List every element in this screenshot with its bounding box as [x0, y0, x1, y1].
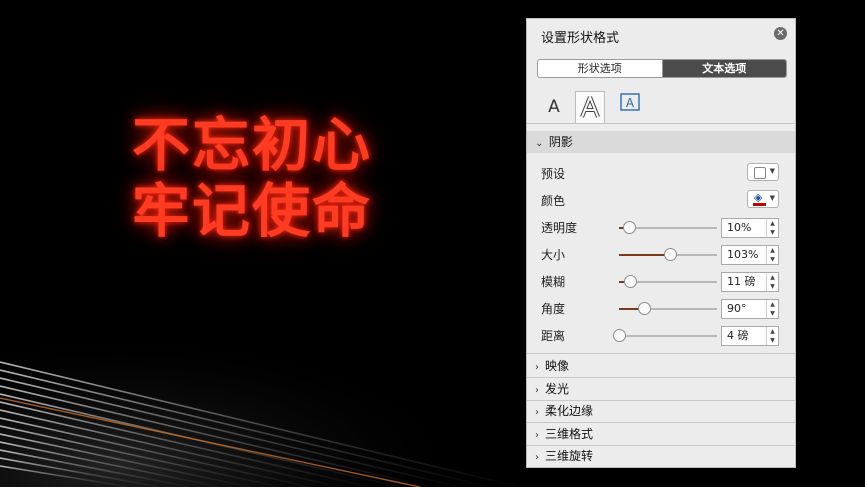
section-soft-edges[interactable]: › 柔化边缘	[527, 400, 795, 422]
headline-line-2[interactable]: 牢记使命	[132, 178, 432, 244]
distance-slider-knob[interactable]	[613, 329, 626, 342]
chevron-down-icon: ⌄	[535, 138, 544, 149]
section-shadow-label: 阴影	[548, 135, 573, 149]
chevron-right-icon: ›	[535, 384, 539, 396]
close-icon[interactable]: ✕	[774, 27, 787, 40]
text-fill-outline-icon[interactable]: A	[539, 91, 569, 123]
size-slider[interactable]	[619, 248, 717, 261]
section-3d-rotation-label: 三维旋转	[545, 449, 594, 464]
options-segmented-control: 形状选项 文本选项	[537, 59, 787, 78]
text-effects-icon[interactable]	[575, 91, 605, 123]
blur-stepper[interactable]: 11 磅 ▲ ▼	[721, 272, 779, 292]
stepper-arrows-icon[interactable]: ▲ ▼	[766, 273, 778, 291]
size-slider-knob[interactable]	[663, 248, 677, 261]
transparency-slider[interactable]	[619, 221, 717, 234]
caret-down-icon: ▼	[769, 167, 775, 175]
caret-down-icon: ▼	[769, 194, 775, 202]
outlined-a-icon	[580, 96, 600, 118]
distance-stepper[interactable]: 4 磅 ▲ ▼	[721, 326, 779, 346]
chevron-right-icon: ›	[535, 362, 539, 373]
transparency-value[interactable]: 10%	[727, 221, 751, 234]
format-shape-pane: 设置形状格式 ✕ 形状选项 文本选项 A A ⌄ 阴影 预设 ▼ 颜色 ◈ ▼ …	[526, 18, 796, 468]
preset-label: 预设	[541, 167, 566, 181]
tab-shape-options[interactable]: 形状选项	[538, 60, 663, 77]
stepper-arrows-icon[interactable]: ▲ ▼	[766, 327, 778, 345]
size-slider-fill	[619, 254, 670, 256]
angle-stepper[interactable]: 90° ▲ ▼	[721, 299, 779, 319]
section-3d-format[interactable]: › 三维格式	[527, 423, 795, 445]
section-reflection-label: 映像	[545, 359, 570, 373]
blur-slider[interactable]	[619, 275, 717, 288]
section-3d-format-label: 三维格式	[545, 426, 594, 441]
angle-value[interactable]: 90°	[727, 302, 747, 315]
chevron-right-icon: ›	[535, 452, 539, 464]
shadow-color-dropdown[interactable]: ◈ ▼	[747, 190, 779, 208]
section-shadow[interactable]: ⌄ 阴影	[527, 131, 795, 153]
size-value[interactable]: 103%	[727, 248, 758, 261]
section-3d-rotation[interactable]: › 三维旋转	[527, 445, 795, 467]
chevron-right-icon: ›	[535, 407, 539, 419]
tab-text-options[interactable]: 文本选项	[662, 60, 786, 77]
shadow-preset-dropdown[interactable]: ▼	[747, 163, 779, 181]
color-label: 颜色	[541, 194, 566, 208]
preset-square-icon	[754, 167, 766, 179]
distance-slider[interactable]	[613, 329, 717, 342]
size-stepper[interactable]: 103% ▲ ▼	[721, 245, 779, 265]
size-label: 大小	[541, 248, 566, 262]
transparency-slider-knob[interactable]	[622, 221, 636, 234]
tab-divider	[527, 123, 795, 124]
angle-slider[interactable]	[619, 302, 717, 315]
section-reflection[interactable]: › 映像	[527, 355, 795, 377]
section-glow-label: 发光	[545, 381, 570, 396]
blur-label: 模糊	[541, 275, 566, 289]
stepper-arrows-icon[interactable]: ▲ ▼	[766, 300, 778, 318]
pane-title: 设置形状格式	[541, 31, 620, 46]
angle-label: 角度	[541, 302, 566, 316]
stepper-arrows-icon[interactable]: ▲ ▼	[766, 246, 778, 264]
section-soft-edges-label: 柔化边缘	[545, 404, 594, 419]
textbox-a-icon: A	[620, 93, 640, 111]
transparency-stepper[interactable]: 10% ▲ ▼	[721, 218, 779, 238]
blur-value[interactable]: 11 磅	[727, 275, 756, 288]
stepper-arrows-icon[interactable]: ▲ ▼	[766, 219, 778, 237]
angle-slider-knob[interactable]	[637, 302, 651, 315]
textbox-icon[interactable]: A	[615, 91, 645, 123]
divider	[527, 353, 795, 354]
distance-label: 距离	[541, 329, 566, 343]
transparency-label: 透明度	[541, 221, 578, 235]
color-indicator	[753, 203, 766, 206]
distance-value[interactable]: 4 磅	[727, 329, 749, 342]
section-glow[interactable]: › 发光	[527, 378, 795, 400]
svg-text:A: A	[626, 96, 635, 110]
blur-slider-knob[interactable]	[623, 275, 637, 288]
headline-line-1[interactable]: 不忘初心	[132, 112, 432, 178]
chevron-right-icon: ›	[535, 429, 539, 441]
